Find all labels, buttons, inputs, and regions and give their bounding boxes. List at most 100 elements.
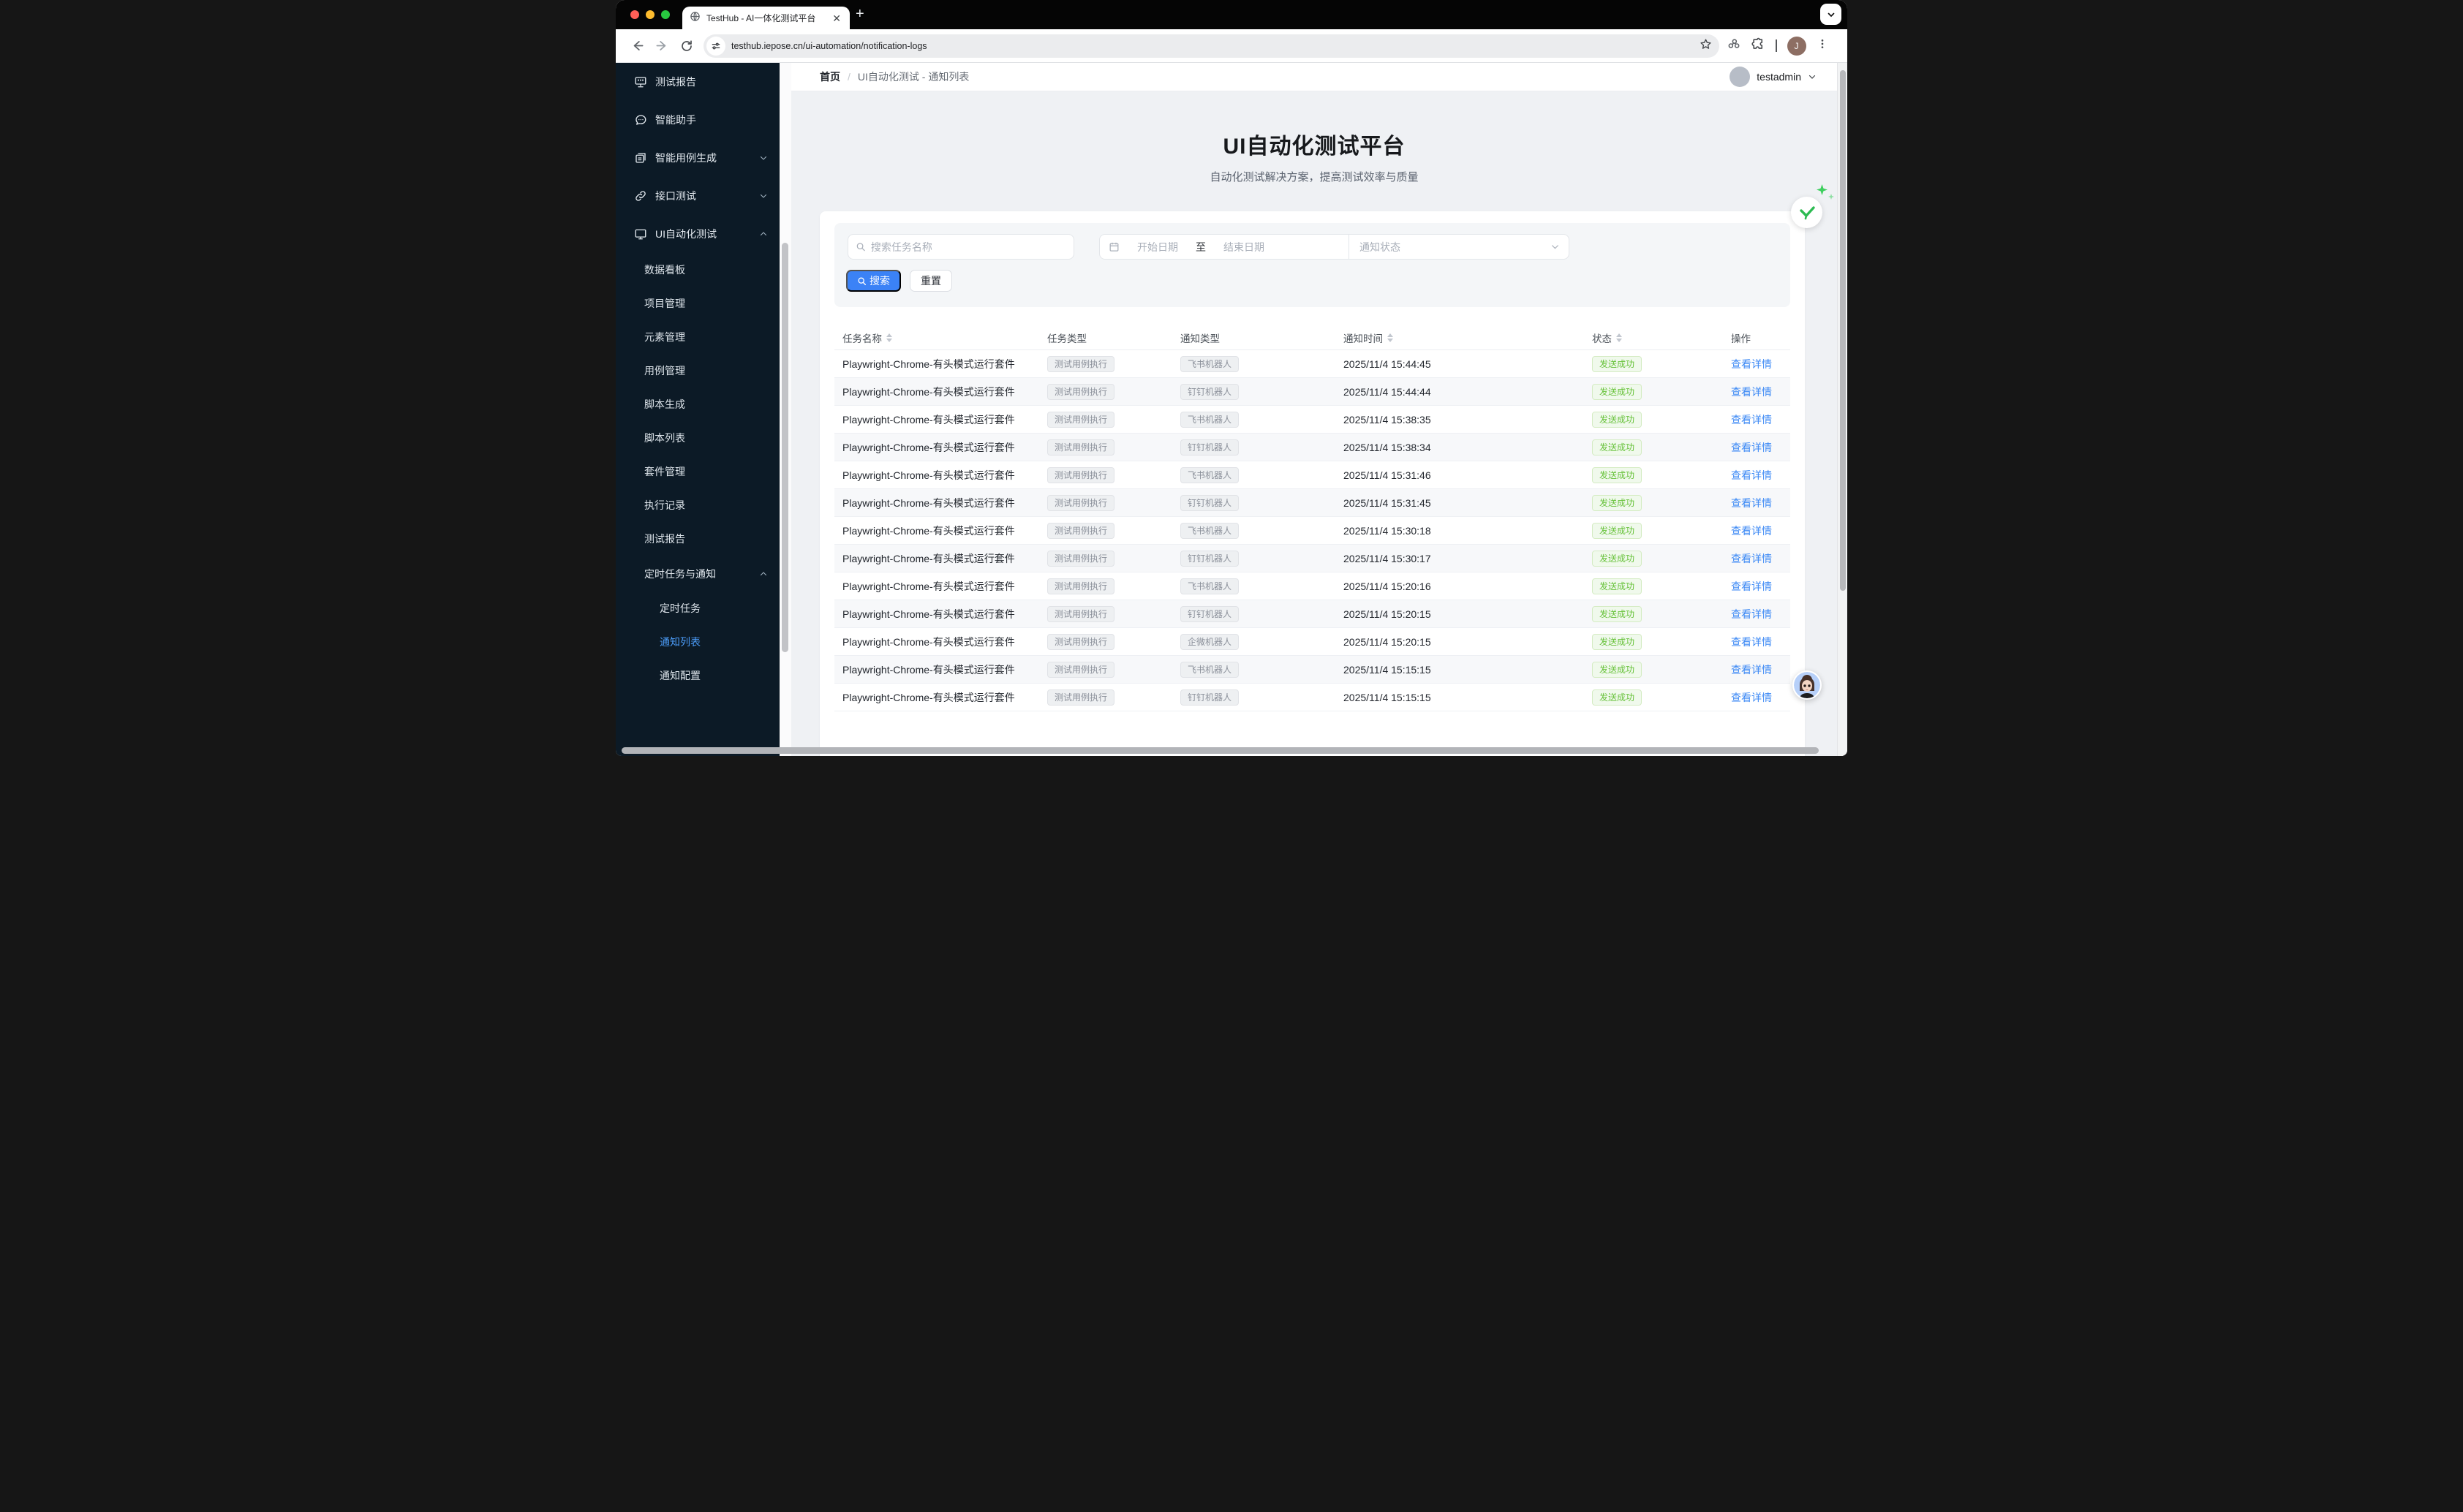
sort-icon[interactable] [1616, 333, 1622, 342]
user-avatar [1730, 67, 1751, 87]
task-name-cell: Playwright-Chrome-有头模式运行套件 [842, 496, 1015, 509]
sidebar-subitem-6[interactable]: 套件管理 [616, 455, 780, 488]
sidebar: 测试报告 智能助手 智能用例生成 接口测试 UI自动化测试 数据看板 项目管理 元素管理 用例管… [616, 63, 780, 756]
browser-tab[interactable]: TestHub - AI一体化测试平台 ✕ [682, 7, 850, 29]
sidebar-item-3[interactable]: 接口测试 [616, 177, 780, 215]
site-settings-icon[interactable] [706, 36, 725, 56]
reset-button[interactable]: 重置 [910, 270, 952, 292]
horizontal-scrollbar-thumb[interactable] [622, 747, 1819, 754]
view-detail-link[interactable]: 查看详情 [1731, 358, 1772, 370]
close-window-button[interactable] [630, 10, 639, 19]
notify-type-tag: 企微机器人 [1180, 633, 1240, 650]
view-detail-link[interactable]: 查看详情 [1731, 664, 1772, 676]
sidebar-item-label: UI自动化测试 [655, 228, 717, 240]
view-detail-link[interactable]: 查看详情 [1731, 692, 1772, 703]
view-detail-link[interactable]: 查看详情 [1731, 386, 1772, 398]
sidebar-scrollbar[interactable] [780, 63, 791, 756]
search-icon [856, 243, 865, 252]
task-type-tag: 测试用例执行 [1047, 466, 1115, 483]
notify-time-cell: 2025/11/4 15:44:44 [1343, 385, 1431, 398]
view-detail-link[interactable]: 查看详情 [1731, 636, 1772, 648]
kebab-menu-icon[interactable] [1817, 38, 1828, 53]
tab-search-chevron-button[interactable] [1820, 4, 1841, 25]
column-header-3[interactable]: 通知时间 [1343, 330, 1592, 345]
sidebar-item-label: 智能助手 [655, 114, 696, 126]
sidebar-subitem-7[interactable]: 执行记录 [616, 488, 780, 522]
minimize-window-button[interactable] [646, 10, 655, 19]
sidebar-subitem-4[interactable]: 脚本生成 [616, 388, 780, 421]
chat-icon [634, 113, 647, 126]
breadcrumb-current: UI自动化测试 - 通知列表 [857, 71, 970, 83]
page-scrollbar[interactable] [1837, 63, 1847, 756]
forward-icon[interactable] [649, 34, 674, 58]
tab-close-icon[interactable]: ✕ [831, 13, 842, 23]
table-row: Playwright-Chrome-有头模式运行套件 测试用例执行 钉钉机器人 202… [834, 434, 1790, 461]
status-badge: 发送成功 [1592, 383, 1642, 400]
sidebar-item-2[interactable]: 智能用例生成 [616, 139, 780, 177]
start-date-placeholder[interactable]: 开始日期 [1137, 240, 1178, 254]
column-header-0[interactable]: 任务名称 [842, 330, 1047, 345]
share-hub-icon[interactable] [1727, 37, 1741, 55]
breadcrumb-home[interactable]: 首页 [820, 69, 840, 84]
status-select[interactable]: 通知状态 [1349, 234, 1569, 260]
sidebar-subitem-0[interactable]: 数据看板 [616, 253, 780, 287]
extensions-puzzle-icon[interactable] [1751, 37, 1765, 55]
traffic-lights [630, 10, 670, 19]
sidebar-item-0[interactable]: 测试报告 [616, 63, 780, 101]
sidebar-subitem-1[interactable]: 项目管理 [616, 287, 780, 320]
sidebar-subsubitem-2[interactable]: 通知配置 [616, 659, 780, 692]
task-type-tag: 测试用例执行 [1047, 355, 1115, 372]
ai-assistant-fab[interactable] [1791, 197, 1822, 228]
search-input[interactable] [870, 241, 1066, 253]
status-badge: 发送成功 [1592, 605, 1642, 622]
sidebar-subitem-8[interactable]: 测试报告 [616, 522, 780, 556]
view-detail-link[interactable]: 查看详情 [1731, 469, 1772, 481]
view-detail-link[interactable]: 查看详情 [1731, 414, 1772, 426]
status-badge: 发送成功 [1592, 689, 1642, 706]
task-search-field[interactable] [848, 234, 1074, 260]
browser-profile-avatar[interactable]: J [1787, 36, 1806, 56]
digital-human-avatar[interactable] [1792, 670, 1822, 700]
notify-type-tag: 钉钉机器人 [1180, 605, 1240, 622]
status-badge: 发送成功 [1592, 466, 1642, 483]
page-scrollbar-thumb[interactable] [1840, 70, 1846, 591]
sidebar-subsubitem-1-active[interactable]: 通知列表 [616, 625, 780, 659]
date-range-picker[interactable]: 开始日期 至 结束日期 [1099, 234, 1349, 260]
view-detail-link[interactable]: 查看详情 [1731, 442, 1772, 453]
view-detail-link[interactable]: 查看详情 [1731, 553, 1772, 564]
notify-type-tag: 钉钉机器人 [1180, 550, 1240, 567]
bookmark-star-icon[interactable] [1700, 38, 1712, 54]
sort-icon[interactable] [886, 333, 892, 342]
user-name: testadmin [1757, 71, 1801, 83]
sidebar-group-scheduled-tasks[interactable]: 定时任务与通知 [616, 556, 780, 591]
task-type-tag: 测试用例执行 [1047, 522, 1115, 539]
sort-icon[interactable] [1387, 333, 1393, 342]
search-button[interactable]: 搜索 [846, 270, 901, 292]
task-name-cell: Playwright-Chrome-有头模式运行套件 [842, 552, 1015, 564]
sidebar-subitem-5[interactable]: 脚本列表 [616, 421, 780, 455]
view-detail-link[interactable]: 查看详情 [1731, 497, 1772, 509]
sidebar-subitem-2[interactable]: 元素管理 [616, 320, 780, 354]
view-detail-link[interactable]: 查看详情 [1731, 525, 1772, 537]
sidebar-item-4[interactable]: UI自动化测试 [616, 215, 780, 253]
sidebar-subsubitem-0[interactable]: 定时任务 [616, 591, 780, 625]
back-icon[interactable] [625, 34, 649, 58]
calendar-icon [1109, 242, 1119, 252]
sidebar-subitem-3[interactable]: 用例管理 [616, 354, 780, 388]
new-tab-button[interactable]: + [856, 6, 864, 23]
view-detail-link[interactable]: 查看详情 [1731, 608, 1772, 620]
chevron-up-icon [760, 232, 767, 236]
search-icon [858, 277, 867, 285]
zoom-window-button[interactable] [661, 10, 670, 19]
task-type-tag: 测试用例执行 [1047, 439, 1115, 456]
notify-type-tag: 钉钉机器人 [1180, 439, 1240, 456]
user-menu[interactable]: testadmin [1730, 67, 1817, 87]
task-type-tag: 测试用例执行 [1047, 605, 1115, 622]
url-bar[interactable]: testhub.iepose.cn/ui-automation/notifica… [704, 34, 1719, 58]
view-detail-link[interactable]: 查看详情 [1731, 581, 1772, 592]
column-header-4[interactable]: 状态 [1592, 330, 1731, 345]
sidebar-scrollbar-thumb[interactable] [782, 243, 788, 652]
sidebar-item-1[interactable]: 智能助手 [616, 101, 780, 139]
reload-icon[interactable] [674, 34, 699, 58]
end-date-placeholder[interactable]: 结束日期 [1223, 240, 1264, 254]
